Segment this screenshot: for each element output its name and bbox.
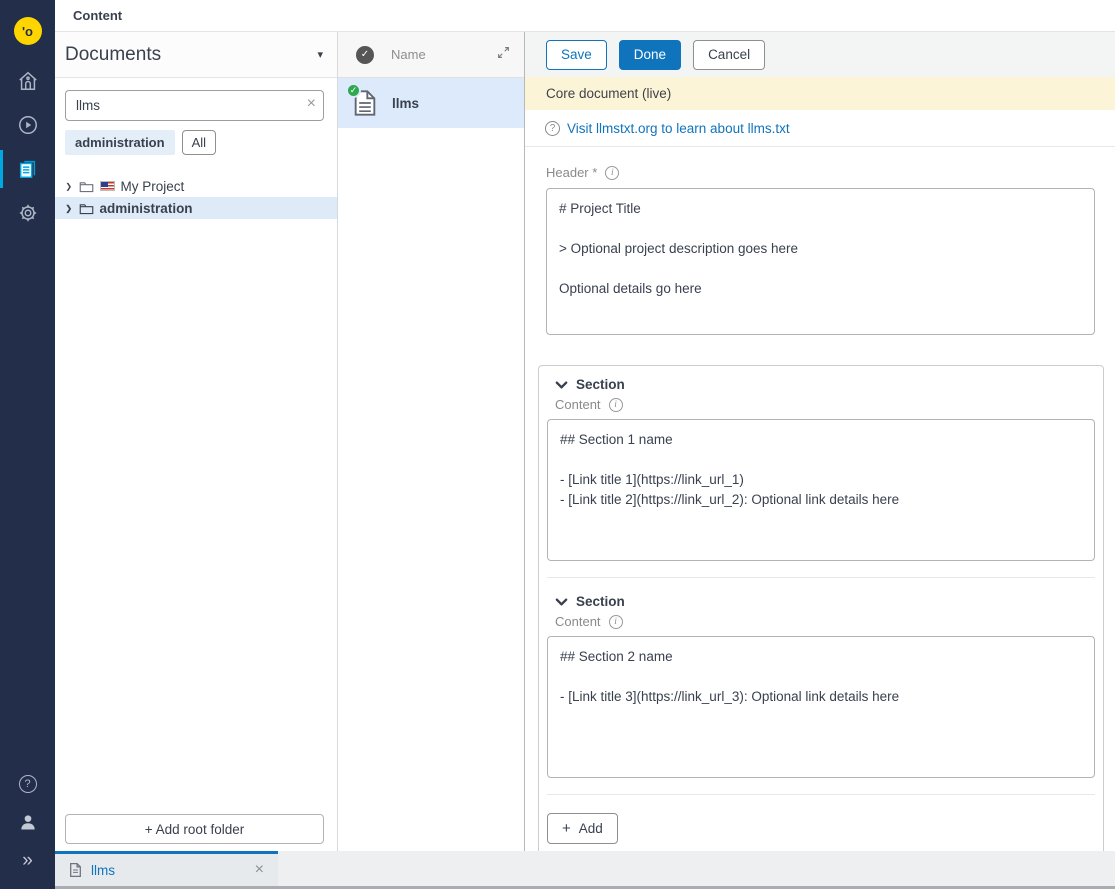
filter-chips: administration All: [65, 130, 337, 155]
chevron-down-icon[interactable]: ▾: [317, 48, 323, 61]
header-field-label-row: Header * i: [546, 165, 1095, 180]
chevron-right-icon[interactable]: ❯: [65, 203, 72, 213]
check-glyph: ✓: [361, 49, 369, 60]
expand-panel-icon[interactable]: [497, 46, 510, 64]
section-title: Section: [576, 594, 625, 609]
live-check-badge: ✓: [346, 83, 361, 98]
filter-chip-administration[interactable]: administration: [65, 130, 175, 155]
list-item-llms[interactable]: ✓ llms: [338, 78, 524, 128]
page-title: Content: [73, 8, 122, 23]
search-wrapper: ×: [65, 90, 324, 121]
folder-icon: [79, 202, 94, 215]
tree-item-my-project[interactable]: ❯ My Project: [55, 175, 337, 197]
tree-item-administration[interactable]: ❯ administration: [55, 197, 337, 219]
section-divider: [547, 794, 1095, 795]
question-glyph: ?: [24, 778, 30, 790]
logo-glyph: 'o: [22, 24, 33, 39]
section-block-1: Section Content i ## Section 1 name - [L…: [547, 377, 1095, 561]
list-header: ✓ Name: [338, 32, 524, 78]
document-editor-panel: Save Done Cancel Core document (live) ? …: [524, 32, 1115, 851]
document-icon: [69, 862, 82, 878]
info-icon[interactable]: i: [609, 615, 623, 629]
plus-icon: +: [562, 820, 571, 837]
chevron-down-icon[interactable]: [555, 380, 568, 390]
tab-label: llms: [91, 863, 246, 878]
clear-search-icon[interactable]: ×: [307, 95, 316, 113]
home-icon[interactable]: [0, 59, 55, 103]
select-all-icon[interactable]: ✓: [356, 46, 374, 64]
documents-panel-header[interactable]: Documents ▾: [55, 32, 337, 78]
check-glyph: ✓: [350, 85, 358, 96]
play-channels-icon[interactable]: [0, 103, 55, 147]
editor-toolbar: Save Done Cancel: [525, 32, 1115, 77]
user-icon[interactable]: [0, 803, 55, 841]
documents-icon[interactable]: [0, 147, 55, 191]
editor-body: Header * i # Project Title > Optional pr…: [525, 147, 1115, 851]
app-window: 'o: [0, 0, 1115, 889]
tree-item-label: administration: [100, 201, 193, 216]
info-glyph: i: [614, 400, 617, 410]
chevron-down-icon[interactable]: [555, 597, 568, 607]
document-icon: ✓: [353, 89, 377, 117]
open-document-tab-llms[interactable]: llms ×: [55, 851, 278, 886]
info-glyph: i: [614, 617, 617, 627]
folder-icon: [79, 180, 94, 193]
search-input[interactable]: [65, 90, 324, 121]
app-sidebar: 'o: [0, 0, 55, 889]
column-header-name[interactable]: Name: [391, 47, 497, 62]
info-icon[interactable]: i: [605, 166, 619, 180]
help-link-row: ? Visit llmstxt.org to learn about llms.…: [525, 110, 1115, 147]
content-label: Content: [555, 614, 601, 629]
folder-tree: ❯ My Project ❯ administration: [55, 175, 337, 219]
done-button[interactable]: Done: [619, 40, 681, 70]
header-field-label: Header *: [546, 165, 597, 180]
question-circle-icon: ?: [545, 121, 560, 136]
expand-sidebar-icon[interactable]: »: [0, 841, 55, 879]
tree-item-label: My Project: [121, 179, 185, 194]
close-tab-icon[interactable]: ×: [255, 861, 264, 879]
header-field-textarea[interactable]: # Project Title > Optional project descr…: [546, 188, 1095, 335]
content-label-row: Content i: [547, 614, 1095, 629]
llmstxt-help-link[interactable]: Visit llmstxt.org to learn about llms.tx…: [567, 121, 790, 136]
documents-panel-title: Documents: [65, 44, 161, 66]
section-block-2: Section Content i ## Section 2 name - [L…: [547, 594, 1095, 778]
cancel-button[interactable]: Cancel: [693, 40, 765, 70]
filter-chip-all[interactable]: All: [182, 130, 216, 155]
help-icon[interactable]: ?: [0, 765, 55, 803]
bloomreach-logo[interactable]: 'o: [14, 17, 42, 45]
section-header[interactable]: Section: [547, 377, 1095, 392]
status-banner-text: Core document (live): [546, 86, 671, 101]
list-item-label: llms: [392, 96, 419, 111]
documents-panel: Documents ▾ × administration All ❯ My Pr…: [55, 32, 338, 851]
sections-container: Section Content i ## Section 1 name - [L…: [538, 365, 1104, 851]
add-root-folder-button[interactable]: + Add root folder: [65, 814, 324, 844]
content-label-row: Content i: [547, 397, 1095, 412]
chevron-right-icon[interactable]: ❯: [65, 181, 72, 191]
save-button[interactable]: Save: [546, 40, 607, 70]
section-1-textarea[interactable]: ## Section 1 name - [Link title 1](https…: [547, 419, 1095, 561]
settings-gear-icon[interactable]: [0, 191, 55, 235]
add-section-label: Add: [579, 821, 603, 836]
info-glyph: i: [611, 168, 614, 178]
section-divider: [547, 577, 1095, 578]
question-glyph: ?: [550, 123, 556, 134]
us-flag-icon: [100, 181, 115, 191]
section-2-textarea[interactable]: ## Section 2 name - [Link title 3](https…: [547, 636, 1095, 778]
add-section-button[interactable]: + Add: [547, 813, 618, 844]
top-bar: Content: [55, 0, 1115, 32]
bottom-tab-strip: llms ×: [55, 851, 1115, 889]
status-banner: Core document (live): [525, 77, 1115, 110]
info-icon[interactable]: i: [609, 398, 623, 412]
document-list-panel: ✓ Name ✓ llms: [338, 32, 524, 851]
section-title: Section: [576, 377, 625, 392]
double-chevron-glyph: »: [22, 851, 33, 870]
content-label: Content: [555, 397, 601, 412]
section-header[interactable]: Section: [547, 594, 1095, 609]
